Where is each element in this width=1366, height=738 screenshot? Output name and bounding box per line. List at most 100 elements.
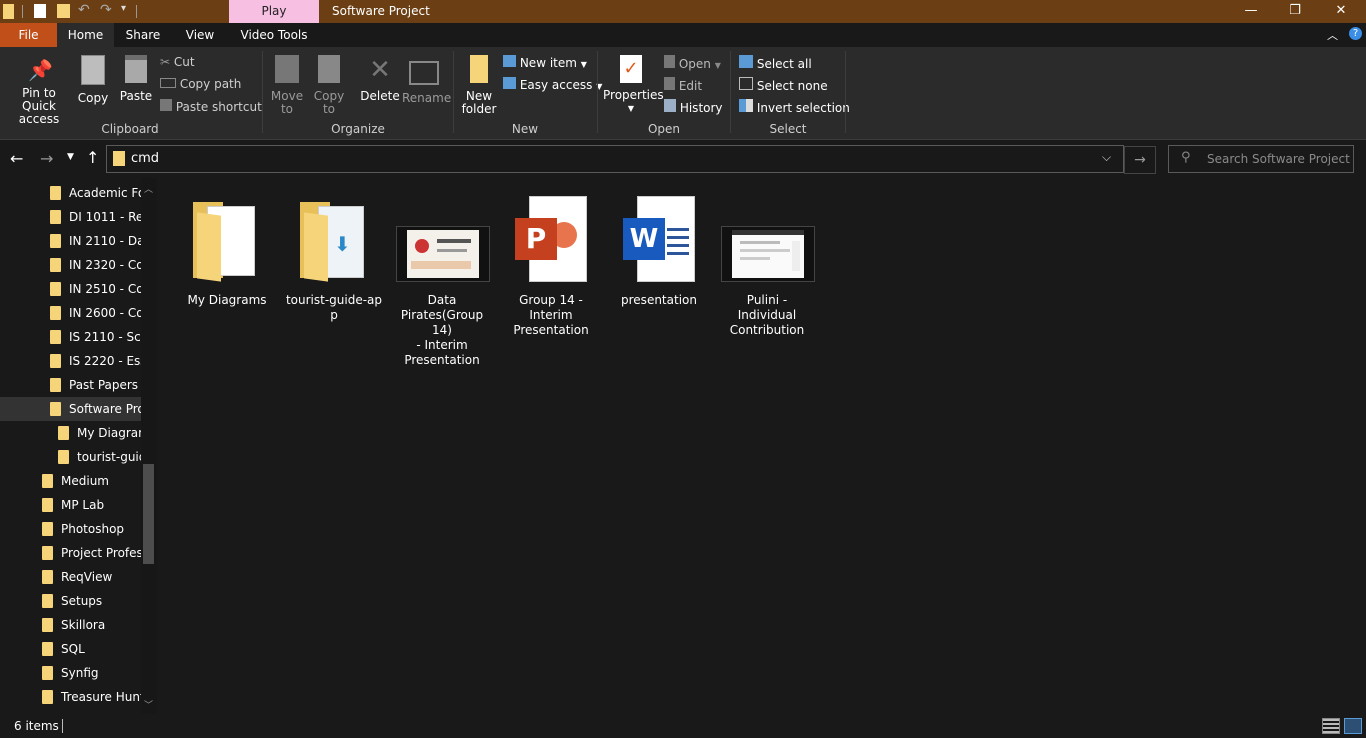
invert-selection-icon bbox=[739, 99, 753, 112]
video-icon bbox=[396, 226, 490, 282]
large-icons-view-icon[interactable] bbox=[1344, 718, 1362, 734]
forward-arrow-icon[interactable]: → bbox=[40, 149, 53, 168]
select-none-button[interactable]: Select none bbox=[739, 77, 828, 93]
minimize-ribbon-icon[interactable]: ︿ bbox=[1327, 27, 1338, 43]
easy-access-button[interactable]: Easy access ▼ bbox=[503, 77, 602, 92]
new-folder-button[interactable]: New folder bbox=[460, 55, 498, 116]
ribbon-separator bbox=[845, 51, 846, 133]
delete-button[interactable]: ✕ Delete bbox=[360, 55, 400, 103]
details-view-icon[interactable] bbox=[1322, 718, 1340, 734]
sidebar-item[interactable]: IS 2220 - Esse bbox=[0, 349, 141, 373]
pin-to-quick-access-button[interactable]: 📌 Pin to Quick access bbox=[4, 59, 74, 126]
scroll-down-icon[interactable]: ﹀ bbox=[144, 698, 153, 711]
copy-button[interactable]: Copy bbox=[76, 55, 110, 105]
copy-to-button[interactable]: Copy to bbox=[312, 55, 346, 116]
tab-view[interactable]: View bbox=[172, 23, 228, 47]
sidebar-item[interactable]: IN 2320 - Cor bbox=[0, 253, 141, 277]
sidebar-item[interactable]: ReqView bbox=[0, 565, 141, 589]
file-item[interactable]: Pulini - Individual Contribution bbox=[717, 186, 817, 346]
move-to-icon bbox=[275, 55, 299, 83]
address-bar[interactable]: cmd ⌵ bbox=[106, 145, 1124, 173]
sidebar-item[interactable]: Project Profess bbox=[0, 541, 141, 565]
history-button[interactable]: History bbox=[664, 99, 723, 115]
invert-selection-button[interactable]: Invert selection bbox=[739, 99, 850, 115]
redo-icon[interactable]: ↷ bbox=[100, 2, 112, 18]
sidebar-item[interactable]: DI 1011 - Resp bbox=[0, 205, 141, 229]
sidebar-item[interactable]: tourist-guid bbox=[0, 445, 141, 469]
up-arrow-icon[interactable]: ↑ bbox=[86, 148, 99, 167]
cut-button[interactable]: ✂ Cut bbox=[160, 55, 195, 69]
sidebar-item[interactable]: IN 2510 - Cor bbox=[0, 277, 141, 301]
ribbon-tabs: File Home Share View Video Tools ︿ ? bbox=[0, 23, 1366, 47]
tab-home[interactable]: Home bbox=[57, 23, 114, 47]
context-tab-play[interactable]: Play bbox=[229, 0, 319, 23]
sidebar-item-selected[interactable]: Software Proj bbox=[0, 397, 141, 421]
search-placeholder[interactable]: Search Software Project bbox=[1207, 152, 1350, 166]
sidebar-item[interactable]: IN 2110 - Data bbox=[0, 229, 141, 253]
organize-group-label: Organize bbox=[331, 122, 385, 136]
divider-icon bbox=[136, 5, 137, 18]
select-all-button[interactable]: Select all bbox=[739, 55, 812, 71]
tab-share[interactable]: Share bbox=[114, 23, 172, 47]
sidebar-item[interactable]: Academic Fo bbox=[0, 181, 141, 205]
file-item[interactable]: P Group 14 - Interim Presentation bbox=[501, 186, 601, 346]
file-item[interactable]: Data Pirates(Group 14) - Interim Present… bbox=[392, 186, 492, 367]
delete-icon: ✕ bbox=[369, 55, 391, 85]
sidebar-item[interactable]: IN 2600 - Cor bbox=[0, 301, 141, 325]
paste-button[interactable]: Paste bbox=[118, 55, 154, 103]
sidebar-item[interactable]: Photoshop bbox=[0, 517, 141, 541]
new-group-label: New bbox=[511, 122, 539, 136]
help-icon[interactable]: ? bbox=[1349, 27, 1362, 40]
sidebar-item[interactable]: Setups bbox=[0, 589, 141, 613]
copy-icon bbox=[81, 55, 105, 85]
edit-button[interactable]: Edit bbox=[664, 77, 702, 93]
rename-button[interactable]: Rename bbox=[402, 55, 451, 105]
back-arrow-icon[interactable]: ← bbox=[10, 149, 23, 168]
window-title: Software Project bbox=[332, 4, 430, 18]
open-button[interactable]: Open ▼ bbox=[664, 55, 721, 71]
paste-shortcut-button[interactable]: Paste shortcut bbox=[160, 99, 262, 114]
sidebar-item[interactable]: My Diagram bbox=[0, 421, 141, 445]
sidebar-item[interactable]: SQL bbox=[0, 637, 141, 661]
folder-icon bbox=[50, 258, 61, 272]
go-arrow-icon[interactable]: → bbox=[1124, 146, 1156, 174]
sidebar-item[interactable]: MP Lab bbox=[0, 493, 141, 517]
minimize-button[interactable]: — bbox=[1228, 0, 1274, 23]
file-item[interactable]: W presentation bbox=[609, 186, 709, 326]
close-button[interactable]: ✕ bbox=[1318, 0, 1364, 23]
maximize-button[interactable]: ❐ bbox=[1272, 0, 1318, 23]
recent-locations-chevron-icon[interactable]: ▼ bbox=[67, 152, 74, 162]
sidebar-item[interactable]: Skillora bbox=[0, 613, 141, 637]
sidebar-scrollbar[interactable]: ︿ ﹀ bbox=[141, 178, 157, 714]
undo-icon[interactable]: ↶ bbox=[78, 2, 90, 18]
sidebar-item[interactable]: Treasure Hunt - bbox=[0, 685, 141, 709]
new-folder-icon[interactable] bbox=[57, 4, 70, 18]
file-name-line: - Interim bbox=[416, 338, 468, 352]
tab-video-tools[interactable]: Video Tools bbox=[229, 23, 319, 47]
properties-icon[interactable] bbox=[34, 4, 46, 18]
ribbon-separator bbox=[262, 51, 263, 133]
address-input[interactable]: cmd bbox=[131, 151, 159, 166]
properties-button[interactable]: ✓ Properties ▼ bbox=[603, 55, 664, 115]
new-item-button[interactable]: New item ▼ bbox=[503, 55, 587, 70]
scrollbar-thumb[interactable] bbox=[143, 464, 154, 564]
file-item[interactable]: My Diagrams bbox=[177, 186, 277, 336]
move-to-button[interactable]: Move to bbox=[270, 55, 304, 116]
sidebar-item[interactable]: IS 2110 - Scie bbox=[0, 325, 141, 349]
copy-path-label: Copy path bbox=[179, 77, 242, 91]
easy-access-label: Easy access bbox=[519, 78, 593, 92]
scroll-up-icon[interactable]: ︿ bbox=[144, 182, 153, 195]
sidebar-item[interactable]: Medium bbox=[0, 469, 141, 493]
customize-toolbar-icon[interactable]: ▾ bbox=[121, 3, 126, 14]
file-item[interactable]: ⬇ tourist-guide-ap p bbox=[284, 186, 384, 336]
sidebar-item[interactable]: Past Papers - bbox=[0, 373, 141, 397]
sidebar-item[interactable]: Synfig bbox=[0, 661, 141, 685]
search-box[interactable]: ⚲ Search Software Project bbox=[1168, 145, 1354, 173]
tab-file[interactable]: File bbox=[0, 23, 57, 47]
rename-icon bbox=[409, 61, 439, 85]
copy-path-button[interactable]: Copy path bbox=[160, 77, 241, 91]
pin-label-line2: access bbox=[18, 112, 60, 126]
sidebar-item-label: Academic Fo bbox=[69, 186, 141, 200]
address-history-chevron-icon[interactable]: ⌵ bbox=[1102, 150, 1111, 165]
select-all-icon bbox=[739, 55, 753, 68]
